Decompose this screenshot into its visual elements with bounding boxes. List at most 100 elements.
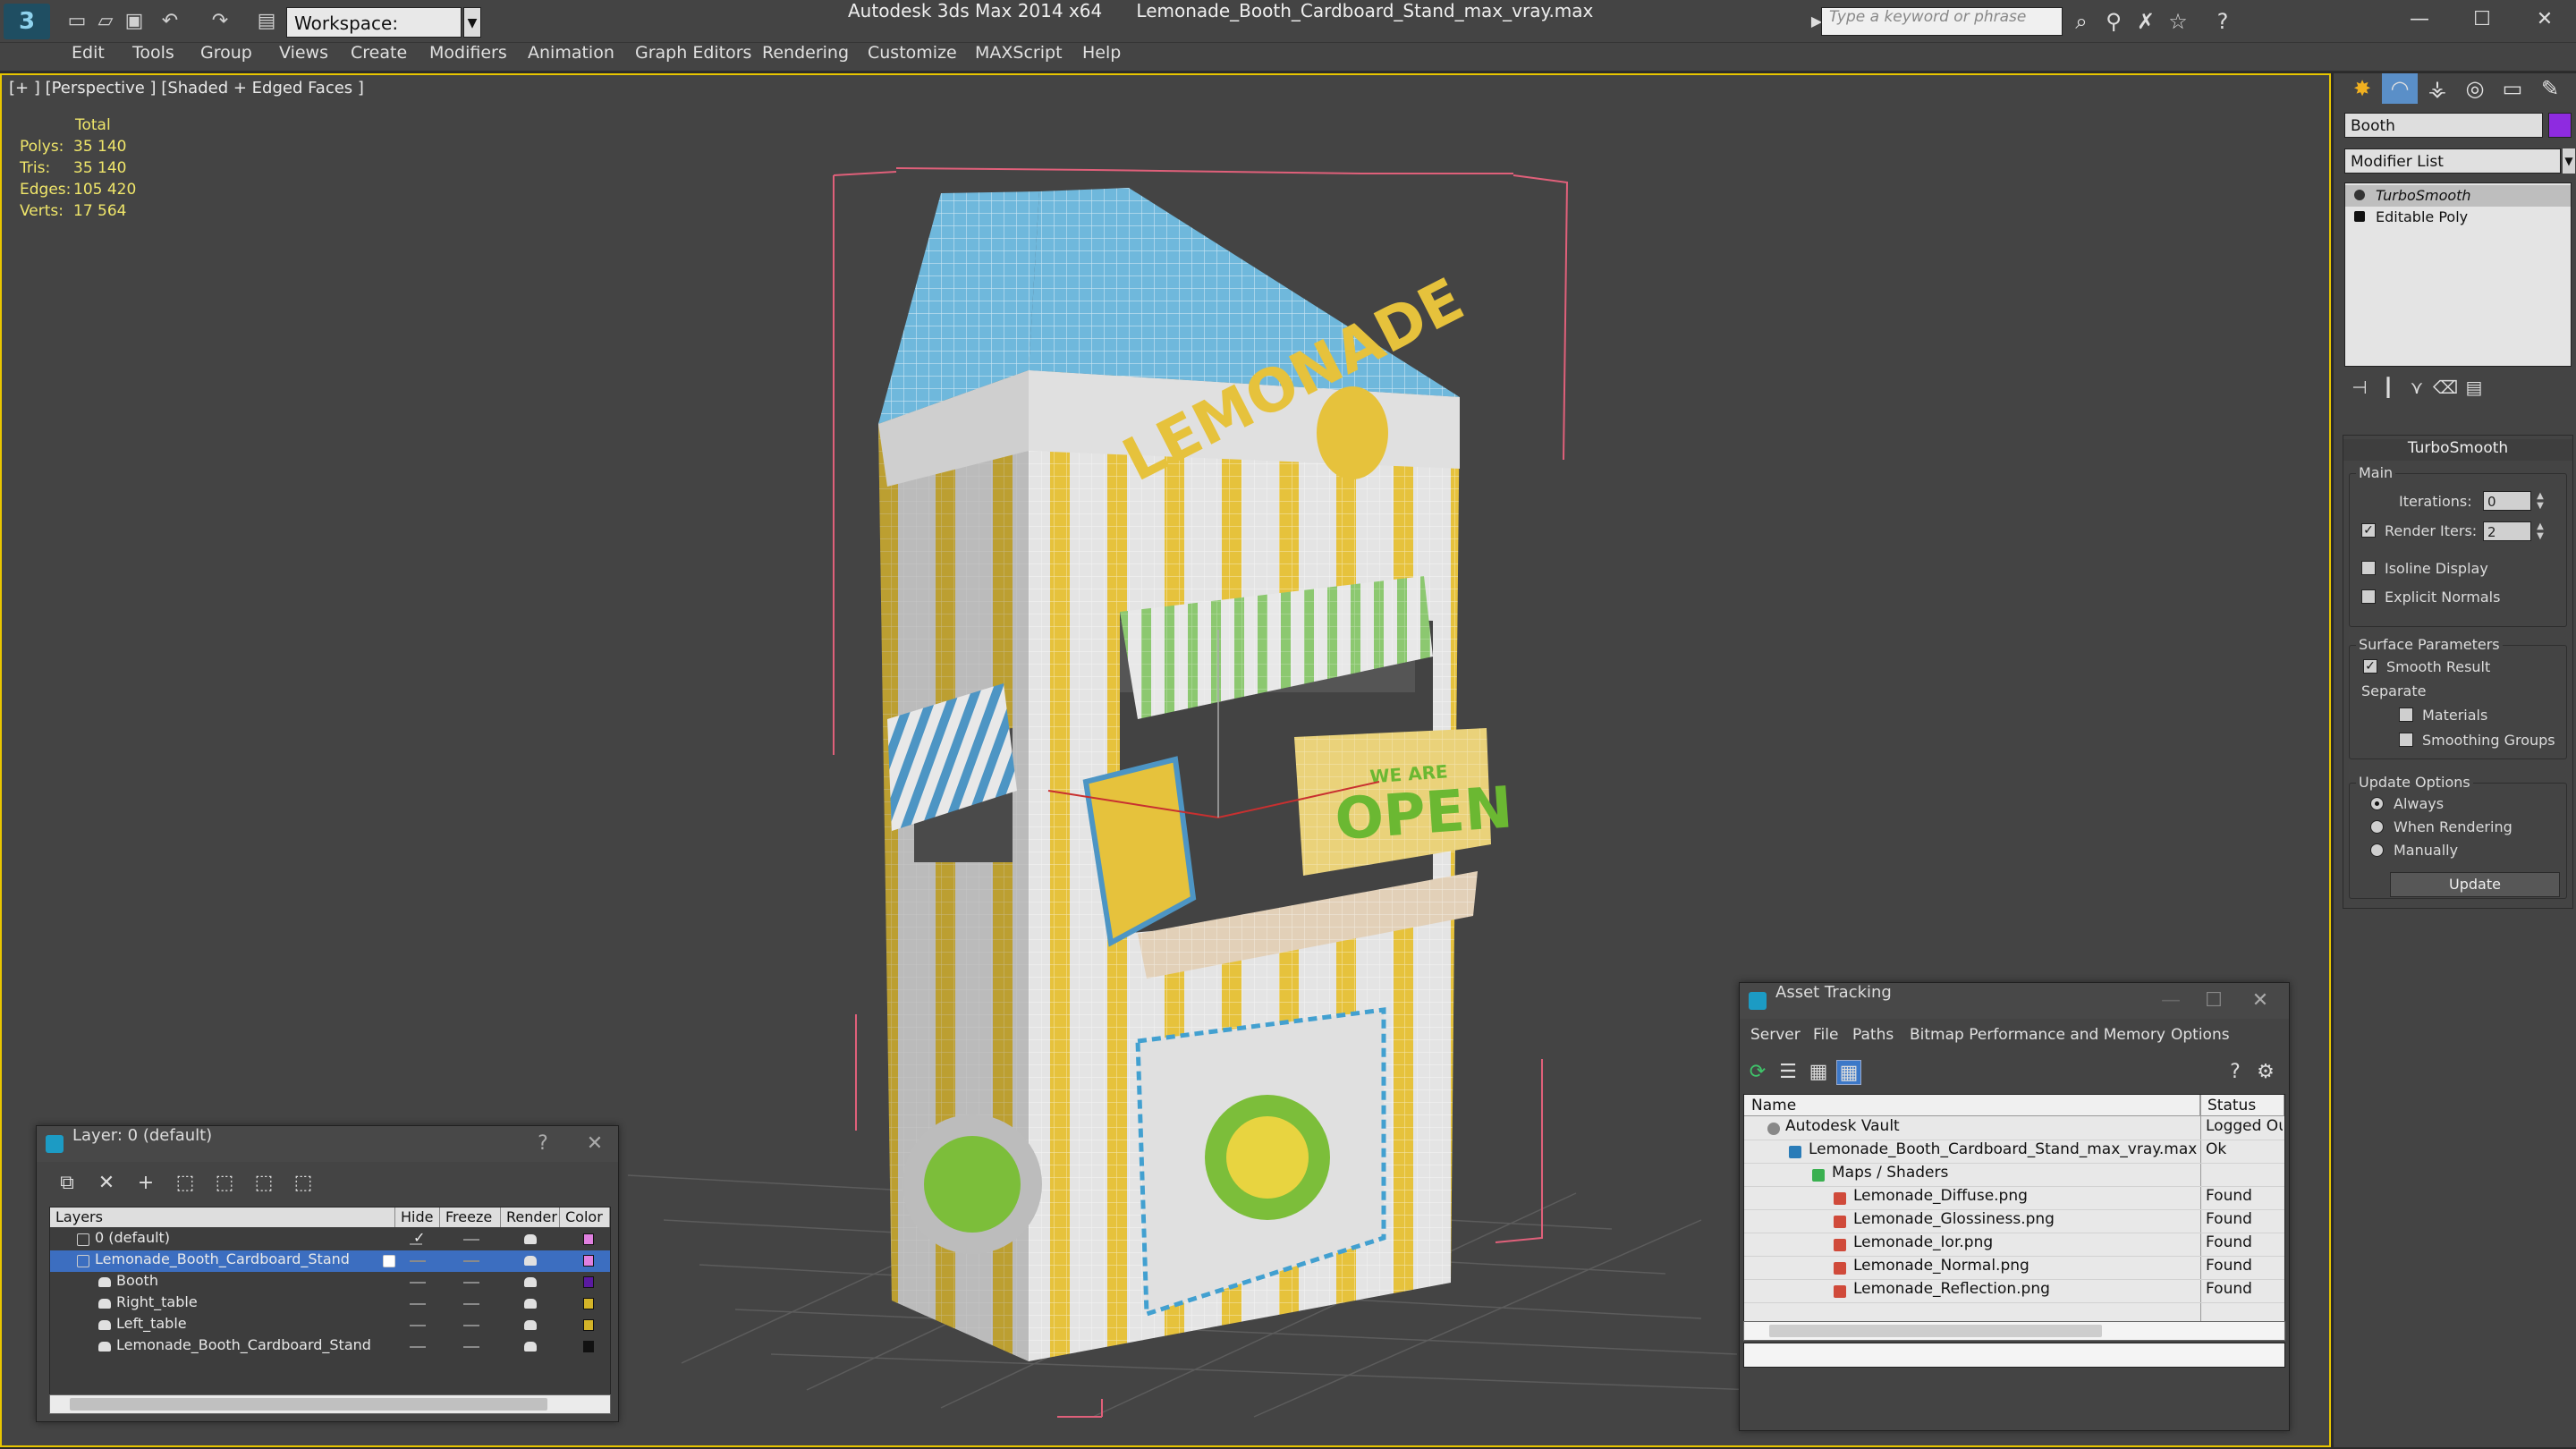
stack-item-editable-poly[interactable]: Editable Poly [2345, 207, 2571, 228]
layer-row-lemonade-object[interactable]: Lemonade_Booth_Cardboard_Stand [50, 1336, 610, 1358]
add-to-layer-icon[interactable]: + [133, 1171, 158, 1196]
close-button[interactable]: ✕ [2515, 0, 2574, 39]
layer-color-swatch[interactable] [583, 1298, 594, 1309]
freeze-toggle[interactable] [463, 1282, 479, 1284]
hide-toggle[interactable] [410, 1282, 426, 1284]
scrollbar-thumb[interactable] [1769, 1325, 2102, 1337]
menu-graph-editors[interactable]: Graph Editors [635, 43, 751, 63]
menu-maxscript[interactable]: MAXScript [975, 43, 1063, 63]
menu-paths[interactable]: Paths [1852, 1026, 1894, 1044]
key-icon[interactable]: ⚲ [2100, 9, 2127, 34]
viewport-label[interactable]: [+ ] [Perspective ] [Shaded + Edged Face… [9, 79, 364, 97]
menu-customize[interactable]: Customize [868, 43, 957, 63]
layer-color-swatch[interactable] [583, 1319, 594, 1331]
make-unique-icon[interactable]: ⋎ [2403, 374, 2430, 401]
asset-path-field[interactable] [1743, 1343, 2285, 1368]
freeze-toggle[interactable] [463, 1239, 479, 1241]
chevron-down-icon[interactable]: ▼ [2563, 148, 2575, 174]
select-objects-icon[interactable]: ⬚ [173, 1171, 198, 1196]
asset-row-normal[interactable]: Lemonade_Normal.png Found [1744, 1257, 2284, 1280]
help-icon[interactable]: ? [2223, 1060, 2248, 1085]
render-teapot-icon[interactable] [524, 1256, 537, 1266]
redo-icon[interactable]: ↷ [208, 9, 233, 34]
motion-tab-icon[interactable]: ◎ [2457, 73, 2493, 104]
spinner-arrows-icon[interactable]: ▲ ▼ [2535, 521, 2546, 541]
layer-color-swatch[interactable] [583, 1255, 594, 1267]
save-file-icon[interactable]: ▣ [122, 9, 147, 34]
menu-file[interactable]: File [1813, 1026, 1838, 1044]
menu-modifiers[interactable]: Modifiers [429, 43, 507, 63]
table-view-icon[interactable]: ▦ [1836, 1060, 1861, 1085]
remove-modifier-icon[interactable]: ⌫ [2432, 374, 2459, 401]
manually-radio[interactable] [2370, 843, 2384, 857]
help-button[interactable]: ? [525, 1126, 561, 1162]
object-color-swatch[interactable] [2548, 113, 2572, 138]
when-rendering-radio[interactable] [2370, 820, 2384, 834]
layer-window-titlebar[interactable]: Layer: 0 (default) ? ✕ [37, 1126, 618, 1162]
always-radio[interactable] [2370, 797, 2384, 810]
layer-row-left-table[interactable]: Left_table [50, 1315, 610, 1336]
freeze-toggle[interactable] [463, 1303, 479, 1305]
maximize-button[interactable]: ☐ [2196, 983, 2232, 1019]
col-name[interactable]: Name [1744, 1095, 2200, 1116]
hide-all-icon[interactable]: ⬚ [251, 1171, 276, 1196]
asset-horizontal-scrollbar[interactable] [1743, 1321, 2285, 1341]
undo-icon[interactable]: ↶ [157, 9, 182, 34]
render-iters-checkbox[interactable]: ✓ [2361, 523, 2376, 538]
minimize-button[interactable]: — [2153, 983, 2189, 1019]
layer-horizontal-scrollbar[interactable] [49, 1394, 611, 1414]
maximize-button[interactable]: ☐ [2453, 0, 2512, 39]
col-render[interactable]: Render [501, 1208, 560, 1227]
pin-stack-icon[interactable]: ⊣ [2346, 374, 2373, 401]
asset-row-reflection[interactable]: Lemonade_Reflection.png Found [1744, 1280, 2284, 1303]
menu-bitmap-performance[interactable]: Bitmap Performance and Memory [1910, 1026, 2165, 1044]
col-hide[interactable]: Hide [395, 1208, 440, 1227]
highlight-layer-icon[interactable]: ⬚ [212, 1171, 237, 1196]
spinner-arrows-icon[interactable]: ▲ ▼ [2535, 491, 2546, 511]
isoline-display-checkbox[interactable] [2361, 561, 2376, 575]
menu-animation[interactable]: Animation [528, 43, 614, 63]
col-freeze[interactable]: Freeze [440, 1208, 501, 1227]
asset-row-maps[interactable]: Maps / Shaders [1744, 1164, 2284, 1187]
hide-toggle[interactable] [410, 1260, 426, 1262]
new-file-icon[interactable]: ▭ [64, 9, 89, 34]
col-color[interactable]: Color [560, 1208, 610, 1227]
stack-item-turbosmooth[interactable]: TurboSmooth [2345, 185, 2571, 207]
menu-options[interactable]: Options [2171, 1026, 2230, 1044]
menu-edit[interactable]: Edit [72, 43, 105, 63]
layer-row-right-table[interactable]: Right_table [50, 1293, 610, 1315]
render-teapot-icon[interactable] [524, 1320, 537, 1330]
render-teapot-icon[interactable] [524, 1299, 537, 1309]
close-button[interactable]: ✕ [577, 1126, 613, 1162]
smoothing-groups-checkbox[interactable] [2399, 733, 2413, 747]
layer-row-lemonade-booth[interactable]: Lemonade_Booth_Cardboard_Stand [50, 1250, 610, 1272]
binoculars-icon[interactable]: ⌕ [2068, 9, 2095, 34]
asset-window-titlebar[interactable]: Asset Tracking — ☐ ✕ [1740, 983, 2289, 1019]
menu-help[interactable]: Help [1082, 43, 1121, 63]
asset-row-max-file[interactable]: Lemonade_Booth_Cardboard_Stand_max_vray.… [1744, 1140, 2284, 1164]
menu-group[interactable]: Group [200, 43, 252, 63]
col-layers[interactable]: Layers [50, 1208, 395, 1227]
render-teapot-icon[interactable] [524, 1234, 537, 1244]
current-layer-box-icon[interactable] [383, 1255, 395, 1267]
render-iters-spinner[interactable]: 2 [2483, 521, 2531, 541]
modify-tab-icon[interactable]: ◠ [2382, 73, 2418, 104]
project-folder-icon[interactable]: ▤ [254, 9, 279, 34]
col-status[interactable]: Status [2200, 1095, 2284, 1116]
freeze-toggle[interactable] [463, 1325, 479, 1326]
hide-toggle[interactable] [410, 1346, 426, 1348]
asset-row-diffuse[interactable]: Lemonade_Diffuse.png Found [1744, 1187, 2284, 1210]
settings-icon[interactable]: ⚙ [2253, 1060, 2278, 1085]
lightbulb-icon[interactable] [2354, 190, 2365, 200]
scrollbar-thumb[interactable] [70, 1398, 547, 1411]
chevron-down-icon[interactable]: ▼ [463, 7, 481, 38]
freeze-all-icon[interactable]: ⬚ [291, 1171, 316, 1196]
favorites-star-icon[interactable]: ☆ [2165, 9, 2191, 34]
display-tab-icon[interactable]: ▭ [2495, 73, 2530, 104]
iterations-spinner[interactable]: 0 [2483, 491, 2531, 511]
help-icon[interactable]: ? [2209, 9, 2236, 34]
utilities-tab-icon[interactable]: ✎ [2532, 73, 2568, 104]
booth-model[interactable]: OPEN WE ARE LEMONADE [878, 188, 1514, 1361]
layer-row-booth[interactable]: Booth [50, 1272, 610, 1293]
expand-plus-icon[interactable] [2354, 211, 2365, 222]
